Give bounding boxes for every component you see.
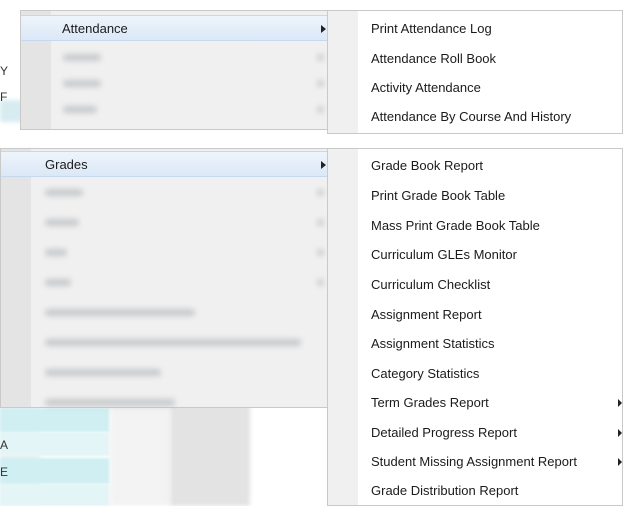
blurred-menu-item [317, 106, 324, 113]
blurred-menu-item [45, 189, 83, 196]
menu-item-curriculum-checklist[interactable]: Curriculum Checklist [371, 270, 490, 300]
menu-item-detailed-progress-report[interactable]: Detailed Progress Report [371, 418, 517, 448]
menu-item-activity-attendance[interactable]: Activity Attendance [371, 73, 481, 103]
grades-submenu: Grade Book Report Print Grade Book Table… [327, 148, 623, 506]
menu-item-attendance-by-course-and-history[interactable]: Attendance By Course And History [371, 102, 571, 132]
attendance-parent-menu: Attendance [20, 10, 332, 130]
menu-item-student-missing-assignment-report[interactable]: Student Missing Assignment Report [371, 447, 577, 477]
menu-item-assignment-report[interactable]: Assignment Report [371, 300, 482, 330]
background-panel [170, 395, 250, 506]
menu-item-label: Grades [45, 157, 88, 172]
blurred-menu-item [45, 219, 79, 226]
menu-item-grade-distribution-report[interactable]: Grade Distribution Report [371, 476, 518, 506]
blurred-menu-item [317, 249, 324, 256]
menu-item-attendance-roll-book[interactable]: Attendance Roll Book [371, 44, 496, 74]
menu-item-term-grades-report[interactable]: Term Grades Report [371, 388, 489, 418]
blurred-menu-item [45, 369, 161, 376]
blurred-menu-item [45, 279, 71, 286]
edge-letter: F [0, 90, 8, 104]
blurred-menu-item [45, 339, 301, 346]
menu-item-grades[interactable]: Grades [1, 151, 331, 177]
blurred-menu-item [317, 54, 324, 61]
background-row [0, 484, 110, 506]
blurred-menu-item [317, 189, 324, 196]
blurred-menu-item [45, 309, 195, 316]
blurred-menu-item [45, 399, 175, 406]
background-panel [110, 400, 170, 506]
background-row [0, 432, 110, 456]
menu-item-curriculum-gles-monitor[interactable]: Curriculum GLEs Monitor [371, 240, 517, 270]
submenu-arrow-icon [321, 161, 326, 169]
blurred-menu-item [317, 219, 324, 226]
blurred-menu-item [63, 106, 97, 113]
menu-item-label: Attendance [62, 21, 128, 36]
blurred-menu-item [317, 279, 324, 286]
attendance-submenu: Print Attendance Log Attendance Roll Boo… [327, 10, 623, 134]
submenu-arrow-icon [321, 25, 326, 33]
menu-item-grade-book-report[interactable]: Grade Book Report [371, 151, 483, 181]
grades-parent-menu: Grades [0, 148, 332, 408]
blurred-menu-item [317, 80, 324, 87]
menu-item-mass-print-grade-book-table[interactable]: Mass Print Grade Book Table [371, 211, 540, 241]
menu-item-category-statistics[interactable]: Category Statistics [371, 359, 479, 389]
blurred-menu-item [63, 80, 101, 87]
edge-letter: A [0, 438, 9, 452]
submenu-arrow-icon [618, 458, 622, 466]
menu-gutter [328, 11, 358, 133]
menu-gutter [328, 149, 358, 505]
background-row [0, 458, 110, 484]
blurred-menu-item [45, 249, 67, 256]
blurred-menu-item [63, 54, 101, 61]
submenu-arrow-icon [618, 399, 622, 407]
menu-item-print-grade-book-table[interactable]: Print Grade Book Table [371, 181, 505, 211]
menu-item-print-attendance-log[interactable]: Print Attendance Log [371, 14, 492, 44]
edge-letter: Y [0, 64, 9, 78]
menu-item-attendance[interactable]: Attendance [21, 15, 331, 41]
edge-letter: E [0, 465, 9, 479]
menu-item-assignment-statistics[interactable]: Assignment Statistics [371, 329, 495, 359]
background-row [0, 408, 110, 432]
submenu-arrow-icon [618, 429, 622, 437]
menu-gutter [1, 149, 31, 407]
